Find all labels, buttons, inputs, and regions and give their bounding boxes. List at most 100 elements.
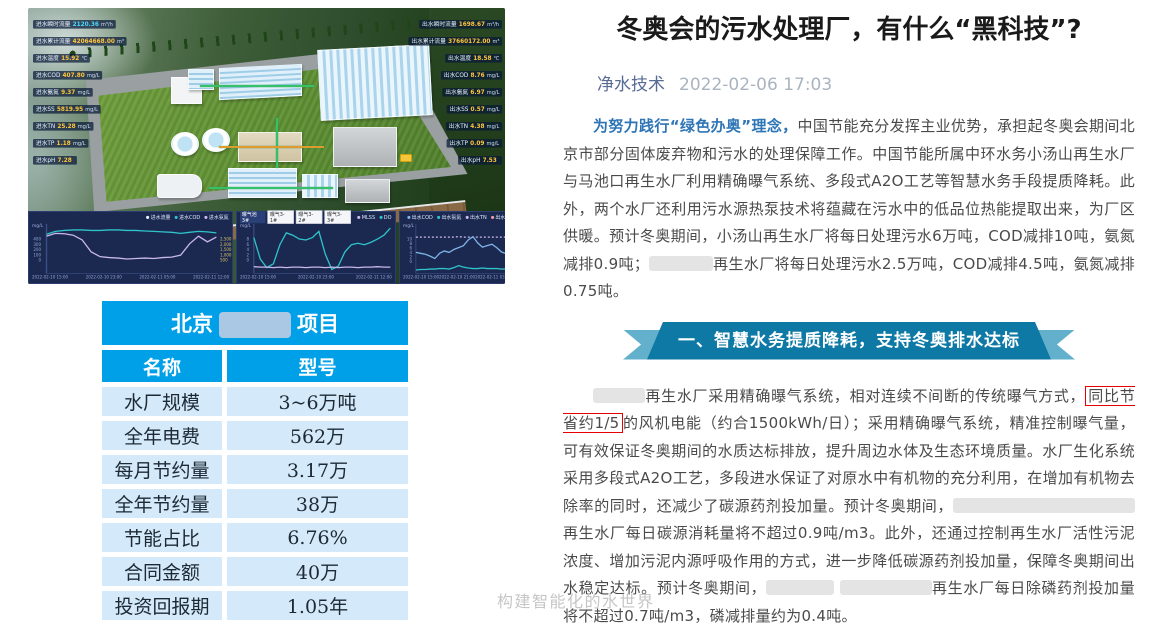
table-row: 节能占比6.76% bbox=[102, 523, 408, 552]
dewatering-building bbox=[345, 179, 390, 203]
metric-badge: 进水温度15.92℃ bbox=[33, 54, 90, 63]
table-row: 合同金额40万 bbox=[102, 557, 408, 586]
clarifier-2 bbox=[202, 128, 230, 152]
blower-house bbox=[157, 174, 202, 198]
legend-dot-icon bbox=[205, 216, 208, 219]
metric-badge: 进水COD407.80mg/L bbox=[33, 71, 102, 80]
filter-cells bbox=[302, 174, 337, 198]
spec-name-cell: 节能占比 bbox=[102, 523, 222, 552]
metric-badge: 进水氨氮9.37mg/L bbox=[33, 88, 93, 97]
redaction-block bbox=[840, 580, 932, 595]
chart-tag: 曝气池3# bbox=[240, 211, 265, 223]
spec-name-cell: 全年节约量 bbox=[102, 489, 222, 518]
legend-item[interactable]: 出水氨氮 bbox=[437, 214, 461, 221]
legend-item[interactable]: 出水COD bbox=[407, 214, 432, 221]
legend-dot-icon bbox=[380, 216, 383, 219]
legend-dot-icon bbox=[175, 216, 178, 219]
redaction-block bbox=[649, 256, 713, 271]
bypass-pipe bbox=[219, 146, 324, 148]
metric-badge: 进水pH7.28 bbox=[33, 156, 77, 165]
trend-chart-panel: 出水COD出水氨氮出水TN出水TP10864202022-02-10 15:00… bbox=[399, 211, 505, 284]
metric-badge: 出水pH7.53 bbox=[458, 156, 502, 165]
redaction-block bbox=[593, 388, 645, 403]
table-row: 全年电费562万 bbox=[102, 421, 408, 450]
process-pipe bbox=[276, 118, 278, 168]
spec-value-cell: 562万 bbox=[227, 421, 408, 450]
source-account-link[interactable]: 净水技术 bbox=[597, 75, 665, 95]
spec-value-cell: 6.76% bbox=[227, 523, 408, 552]
sludge-basin bbox=[228, 168, 297, 198]
column-header-model: 型号 bbox=[227, 350, 408, 382]
body-text: 为努力践行“绿色办奥”理念， bbox=[593, 117, 798, 135]
redaction-block bbox=[953, 498, 1135, 513]
article-column: 冬奥会的污水处理厂，有什么“黑科技”? 净水技术 2022-02-06 17:03… bbox=[563, 12, 1135, 630]
trend-chart-panel: 曝气池3#曝气3-1#曝气3-2#曝气3-3#MLSSDO864202022-0… bbox=[236, 211, 396, 284]
legend-item[interactable]: 出水TN bbox=[466, 214, 487, 221]
table-row: 每月节约量3.17万 bbox=[102, 455, 408, 484]
column-header-name: 名称 bbox=[102, 350, 222, 382]
legend-dot-icon bbox=[491, 216, 494, 219]
spec-value-cell: 3.17万 bbox=[227, 455, 408, 484]
metric-badge: 进水TN25.28mg/L bbox=[33, 122, 93, 131]
spec-value-cell: 38万 bbox=[227, 489, 408, 518]
spec-name-cell: 投资回报期 bbox=[102, 591, 222, 620]
metric-badge: 出水TP0.09mg/L bbox=[447, 139, 502, 148]
effluent-metrics-overlay: 出水瞬时流量1698.67m³/h 出水累计流量37660172.00m³ 出水温度… bbox=[372, 20, 502, 168]
legend-dot-icon bbox=[358, 216, 361, 219]
table-row: 全年节约量38万 bbox=[102, 489, 408, 518]
publish-date: 2022-02-06 17:03 bbox=[679, 75, 832, 95]
chart-filter-button[interactable]: 曝气3-1# bbox=[267, 210, 294, 224]
metric-badge: 进水SS5819.95mg/L bbox=[33, 105, 101, 114]
paragraph-1: 为努力践行“绿色办奥”理念，中国节能充分发挥主业优势，承担起冬奥会期间北京市部分… bbox=[563, 113, 1135, 306]
legend-dot-icon bbox=[466, 216, 469, 219]
spec-name-cell: 全年电费 bbox=[102, 421, 222, 450]
redaction-block bbox=[766, 580, 834, 595]
metric-badge: 出水累计流量37660172.00m³ bbox=[408, 37, 502, 46]
metric-badge: 出水温度18.58℃ bbox=[445, 54, 502, 63]
legend-item[interactable]: DO bbox=[380, 214, 392, 220]
watermark-text: 构建智能化的水世界 bbox=[497, 588, 655, 612]
legend-item[interactable]: 进水COD bbox=[175, 214, 200, 221]
metric-badge: 进水TP1.18mg/L bbox=[33, 139, 88, 148]
legend-dot-icon bbox=[407, 216, 410, 219]
banner-text: 一、智慧水务提质降耗，支持冬奥排水达标 bbox=[647, 322, 1051, 360]
chart-filter-button[interactable]: 曝气3-3# bbox=[325, 210, 352, 224]
metric-badge: 出水氨氮6.97mg/L bbox=[442, 88, 502, 97]
article-title: 冬奥会的污水处理厂，有什么“黑科技”? bbox=[563, 12, 1135, 48]
table-title-suffix: 项目 bbox=[297, 311, 339, 336]
chart-filter-button[interactable]: 曝气3-2# bbox=[296, 210, 323, 224]
spec-value-cell: 1.05年 bbox=[227, 591, 408, 620]
spec-name-cell: 每月节约量 bbox=[102, 455, 222, 484]
legend-item[interactable]: 进水氨氮 bbox=[205, 214, 229, 221]
metric-badge: 出水COD8.76mg/L bbox=[441, 71, 502, 80]
metric-badge: 进水瞬时流量2120.36m³/h bbox=[33, 20, 116, 29]
plant-dashboard-image[interactable]: 进水瞬时流量2120.36m³/h 进水累计流量42064668.00m³ 进水温度… bbox=[28, 8, 505, 284]
legend-item[interactable]: 出水TP bbox=[491, 214, 505, 221]
table-row: 水厂规模3~6万吨 bbox=[102, 387, 408, 416]
redaction-block bbox=[219, 312, 291, 338]
body-text bbox=[834, 579, 839, 597]
table-title: 北京项目 bbox=[102, 301, 408, 345]
legend-item[interactable]: MLSS bbox=[358, 214, 376, 220]
spec-value-cell: 3~6万吨 bbox=[227, 387, 408, 416]
body-text: 中国节能充分发挥主业优势，承担起冬奥会期间北京市部分固体废弃物和污水的处理保障工… bbox=[563, 117, 1135, 273]
aeration-basin bbox=[219, 64, 302, 101]
spec-name-cell: 合同金额 bbox=[102, 557, 222, 586]
legend-dot-icon bbox=[146, 216, 149, 219]
article-meta: 净水技术 2022-02-06 17:03 bbox=[563, 70, 1135, 95]
trend-chart-panel: 进水流量进水COD进水氨氮40030020010002,5002,0001,50… bbox=[28, 211, 233, 284]
legend-item[interactable]: 进水流量 bbox=[146, 214, 170, 221]
body-text: 再生水厂采用精确曝气系统，相对连续不间断的传统曝气方式， bbox=[645, 387, 1085, 405]
metric-badge: 出水TN4.38mg/L bbox=[446, 122, 502, 131]
influent-metrics-overlay: 进水瞬时流量2120.36m³/h 进水累计流量42064668.00m³ 进水温度… bbox=[33, 20, 163, 168]
trend-chart-strip: 进水流量进水COD进水氨氮40030020010002,5002,0001,50… bbox=[28, 211, 505, 284]
project-spec-table: 北京项目 名称 型号 水厂规模3~6万吨全年电费562万每月节约量3.17万全年… bbox=[97, 296, 413, 625]
section-banner: 一、智慧水务提质降耗，支持冬奥排水达标 bbox=[563, 321, 1135, 365]
table-row: 投资回报期1.05年 bbox=[102, 591, 408, 620]
metric-badge: 进水累计流量42064668.00m³ bbox=[33, 37, 127, 46]
process-pipe bbox=[200, 85, 314, 87]
spec-value-cell: 40万 bbox=[227, 557, 408, 586]
metric-badge: 出水SS0.57mg/L bbox=[446, 105, 502, 114]
spec-name-cell: 水厂规模 bbox=[102, 387, 222, 416]
metric-badge: 出水瞬时流量1698.67m³/h bbox=[419, 20, 502, 29]
